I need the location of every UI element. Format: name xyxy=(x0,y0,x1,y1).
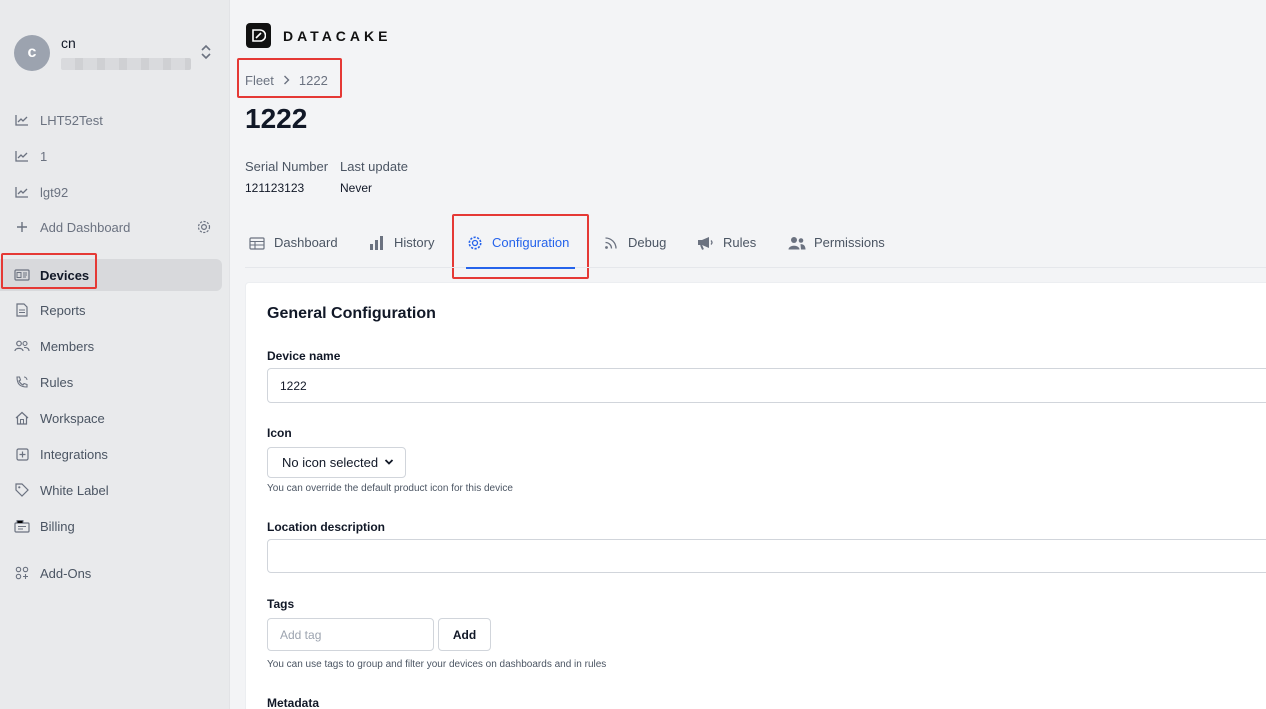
tags-hint: You can use tags to group and filter you… xyxy=(267,659,607,670)
tab-label: Dashboard xyxy=(274,235,338,250)
serial-number-label: Serial Number xyxy=(245,159,329,174)
table-icon xyxy=(248,235,266,251)
card-title: General Configuration xyxy=(267,305,436,322)
tab-label: Configuration xyxy=(492,235,570,250)
icon-select-value: No icon selected xyxy=(282,455,379,470)
last-update-label: Last update xyxy=(340,159,408,174)
avatar: c xyxy=(14,35,50,71)
sidebar-item-label: Workspace xyxy=(40,410,105,426)
tab-dashboard[interactable]: Dashboard xyxy=(248,226,338,268)
device-tabs: Dashboard History Configuration Debug Ru… xyxy=(245,226,1266,269)
add-tag-button[interactable]: Add xyxy=(438,618,491,651)
chevron-up-down-icon xyxy=(201,44,211,60)
device-name-input[interactable]: 1222 xyxy=(267,368,1266,403)
workspace-switcher[interactable]: c cn xyxy=(14,33,214,73)
tab-label: Permissions xyxy=(814,235,885,250)
datacake-logo-icon xyxy=(246,23,271,48)
tab-debug[interactable]: Debug xyxy=(602,226,666,268)
icon-label: Icon xyxy=(267,426,292,440)
add-dashboard-label: Add Dashboard xyxy=(40,219,131,235)
sidebar-item-billing[interactable]: Billing xyxy=(0,510,222,542)
chart-line-icon xyxy=(14,148,30,164)
addons-icon xyxy=(14,565,30,581)
tab-configuration[interactable]: Configuration xyxy=(466,226,576,269)
sidebar-item-workspace[interactable]: Workspace xyxy=(0,402,222,434)
location-description-input[interactable] xyxy=(267,539,1266,573)
gear-icon[interactable] xyxy=(196,219,212,235)
sidebar: c cn LHT52Test 1 lgt92 Add Dashboard Dev… xyxy=(0,0,230,709)
tab-label: Debug xyxy=(628,235,667,250)
sidebar-item-add-ons[interactable]: Add-Ons xyxy=(0,557,222,589)
breadcrumb: Fleet 1222 xyxy=(245,73,328,88)
sidebar-item-label: lgt92 xyxy=(40,184,69,200)
sidebar-item-label: Billing xyxy=(40,518,75,534)
document-icon xyxy=(14,302,30,318)
add-dashboard-button[interactable]: Add Dashboard xyxy=(0,211,222,243)
tab-label: History xyxy=(394,235,435,250)
sidebar-item-label: LHT52Test xyxy=(40,112,103,128)
bar-chart-icon xyxy=(368,235,386,251)
tab-label: Rules xyxy=(723,235,757,250)
tag-icon xyxy=(14,482,30,498)
last-update-value: Never xyxy=(340,181,373,195)
tab-history[interactable]: History xyxy=(368,226,434,268)
general-configuration-card: General Configuration Device name 1222 I… xyxy=(245,282,1266,709)
sidebar-item-label: Rules xyxy=(40,374,74,390)
users-icon xyxy=(14,338,30,354)
users-icon xyxy=(788,235,806,251)
tab-permissions[interactable]: Permissions xyxy=(788,226,885,268)
page-title: 1222 xyxy=(245,103,308,134)
brand-logo[interactable]: DATACAKE xyxy=(246,23,391,48)
sidebar-dashboard-1[interactable]: 1 xyxy=(0,140,222,172)
tags-label: Tags xyxy=(267,597,295,611)
sidebar-item-label: Members xyxy=(40,338,95,354)
chart-line-icon xyxy=(14,112,30,128)
device-name-label: Device name xyxy=(267,349,341,363)
sidebar-item-label: White Label xyxy=(40,482,109,498)
home-icon xyxy=(14,410,30,426)
sidebar-item-rules[interactable]: Rules xyxy=(0,366,222,398)
rss-icon xyxy=(602,235,620,251)
sidebar-item-label: Add-Ons xyxy=(40,565,92,581)
sidebar-item-label: 1 xyxy=(40,148,48,164)
brand-name: DATACAKE xyxy=(283,27,392,44)
tag-input[interactable]: Add tag xyxy=(267,618,434,651)
megaphone-icon xyxy=(697,235,715,251)
highlight-devices xyxy=(1,253,97,289)
icon-select[interactable]: No icon selected xyxy=(267,447,406,478)
sidebar-item-label: Integrations xyxy=(40,446,108,462)
chart-line-icon xyxy=(14,184,30,200)
icon-hint: You can override the default product ico… xyxy=(267,483,513,494)
user-email-redacted xyxy=(61,58,191,70)
metadata-label: Metadata xyxy=(267,696,320,709)
billing-icon xyxy=(14,518,30,534)
rules-icon xyxy=(14,374,30,390)
chevron-down-icon xyxy=(384,459,394,465)
chevron-right-icon xyxy=(283,74,290,88)
sidebar-dashboard-lgt92[interactable]: lgt92 xyxy=(0,176,222,208)
sidebar-item-members[interactable]: Members xyxy=(0,330,222,362)
breadcrumb-current: 1222 xyxy=(298,73,328,88)
gear-icon xyxy=(466,235,484,251)
sidebar-item-label: Reports xyxy=(40,302,86,318)
plus-square-icon xyxy=(14,446,30,462)
sidebar-item-reports[interactable]: Reports xyxy=(0,294,222,326)
sidebar-item-integrations[interactable]: Integrations xyxy=(0,438,222,470)
sidebar-item-white-label[interactable]: White Label xyxy=(0,474,222,506)
tab-rules[interactable]: Rules xyxy=(697,226,756,268)
serial-number-value: 121123123 xyxy=(245,181,305,195)
location-description-label: Location description xyxy=(267,520,386,534)
user-name: cn xyxy=(61,35,76,51)
sidebar-dashboard-lht52test[interactable]: LHT52Test xyxy=(0,104,222,136)
breadcrumb-fleet-link[interactable]: Fleet xyxy=(245,73,274,88)
plus-icon xyxy=(14,219,30,235)
